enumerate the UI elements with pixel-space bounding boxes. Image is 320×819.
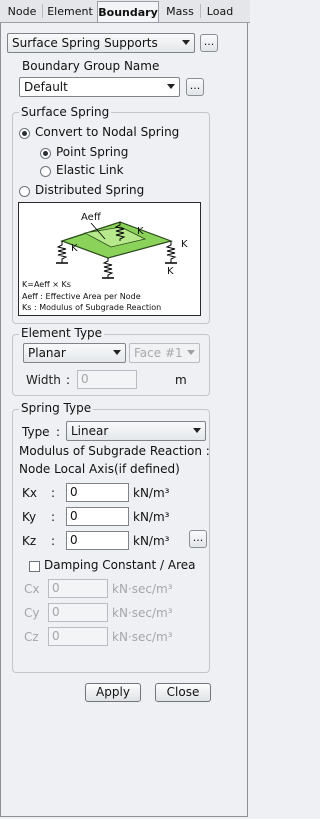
tab-load[interactable]: Load	[203, 3, 237, 21]
spring-type-colon: :	[56, 425, 61, 439]
cz-input[interactable]: 0	[48, 627, 108, 646]
kz-more-button[interactable]: ...	[189, 530, 207, 548]
ky-input[interactable]: 0	[66, 507, 129, 526]
cx-input[interactable]: 0	[48, 579, 108, 598]
tab-separator	[42, 4, 43, 18]
tab-mass[interactable]: Mass	[162, 3, 198, 21]
boundary-group-legend: Boundary Group Name	[22, 59, 160, 73]
surface-spring-legend: Surface Spring	[19, 105, 112, 119]
cx-unit: kN·sec/m³	[112, 582, 173, 596]
elastic-link-label[interactable]: Elastic Link	[56, 163, 124, 177]
spring-left	[56, 241, 68, 263]
ks-description: Ks : Modulus of Subgrade Reaction	[22, 303, 162, 312]
kz-unit: kN/m³	[133, 534, 170, 548]
chevron-down-icon	[113, 350, 121, 355]
close-button[interactable]: Close	[155, 683, 211, 702]
kx-label: Kx	[22, 486, 37, 500]
k-label: K	[71, 243, 78, 254]
distributed-spring-label[interactable]: Distributed Spring	[35, 183, 144, 197]
tab-bar: Node Element Boundary Mass Load	[0, 0, 250, 23]
boundary-group-value: Default	[24, 80, 68, 94]
ky-label: Ky	[22, 510, 37, 524]
boundary-group-select[interactable]: Default	[19, 77, 180, 97]
function-select[interactable]: Surface Spring Supports	[7, 33, 195, 53]
tab-element[interactable]: Element	[45, 3, 95, 21]
kz-input[interactable]: 0	[66, 531, 129, 550]
kx-input[interactable]: 0	[66, 483, 129, 502]
k-label: K	[167, 266, 174, 277]
chevron-down-icon	[193, 428, 201, 433]
convert-nodal-radio[interactable]	[19, 128, 30, 139]
spring-front	[102, 258, 114, 278]
function-select-value: Surface Spring Supports	[12, 36, 158, 50]
modulus-title: Modulus of Subgrade Reaction :	[19, 444, 210, 458]
aeff-label: Aeff	[81, 212, 101, 223]
cz-unit: kN·sec/m³	[112, 630, 173, 644]
boundary-group-more-button[interactable]: ...	[186, 78, 204, 96]
surface-spring-diagram: Aeff K K K K K=Aeff × Ks Aeff : Effectiv…	[18, 202, 201, 316]
cy-input[interactable]: 0	[48, 603, 108, 622]
cy-unit: kN·sec/m³	[112, 606, 173, 620]
chevron-down-icon	[167, 84, 175, 89]
local-axis-note: Node Local Axis(if defined)	[19, 462, 180, 476]
elastic-link-radio[interactable]	[40, 166, 51, 177]
ky-colon: :	[51, 510, 56, 524]
tab-boundary[interactable]: Boundary	[97, 1, 159, 22]
apply-button[interactable]: Apply	[85, 683, 141, 702]
cz-label: Cz	[24, 630, 39, 644]
damping-checkbox[interactable]	[29, 561, 40, 572]
convert-nodal-label[interactable]: Convert to Nodal Spring	[35, 125, 179, 139]
formula-text: K=Aeff × Ks	[22, 280, 71, 289]
damping-label[interactable]: Damping Constant / Area	[44, 558, 196, 572]
width-unit: m	[175, 373, 187, 387]
width-colon: :	[66, 373, 71, 387]
ky-unit: kN/m³	[133, 510, 170, 524]
spring-type-label: Type	[22, 425, 50, 439]
k-label: K	[137, 226, 144, 237]
spring-type-value: Linear	[71, 424, 109, 438]
tab-separator	[200, 4, 201, 18]
spring-right	[165, 241, 177, 263]
cx-label: Cx	[24, 582, 40, 596]
face-value: Face #1	[134, 346, 183, 360]
k-label: K	[181, 239, 188, 250]
width-input[interactable]: 0	[77, 370, 137, 389]
distributed-spring-radio[interactable]	[19, 186, 30, 197]
tab-node[interactable]: Node	[4, 3, 40, 21]
point-spring-label[interactable]: Point Spring	[56, 145, 128, 159]
function-more-button[interactable]: ...	[200, 34, 218, 52]
kz-label: Kz	[22, 534, 37, 548]
spring-type-legend: Spring Type	[19, 401, 94, 415]
point-spring-radio[interactable]	[40, 148, 51, 159]
width-label: Width	[26, 373, 61, 387]
aeff-description: Aeff : Effective Area per Node	[22, 292, 141, 301]
element-type-legend: Element Type	[19, 326, 105, 340]
kx-colon: :	[51, 486, 56, 500]
kz-colon: :	[51, 534, 56, 548]
element-type-value: Planar	[28, 346, 66, 360]
chevron-down-icon	[182, 40, 190, 45]
kx-unit: kN/m³	[133, 486, 170, 500]
spring-type-select[interactable]: Linear	[66, 421, 206, 441]
element-type-select[interactable]: Planar	[23, 343, 126, 363]
face-select[interactable]: Face #1	[129, 343, 200, 363]
cy-label: Cy	[24, 606, 40, 620]
chevron-down-icon	[187, 350, 195, 355]
